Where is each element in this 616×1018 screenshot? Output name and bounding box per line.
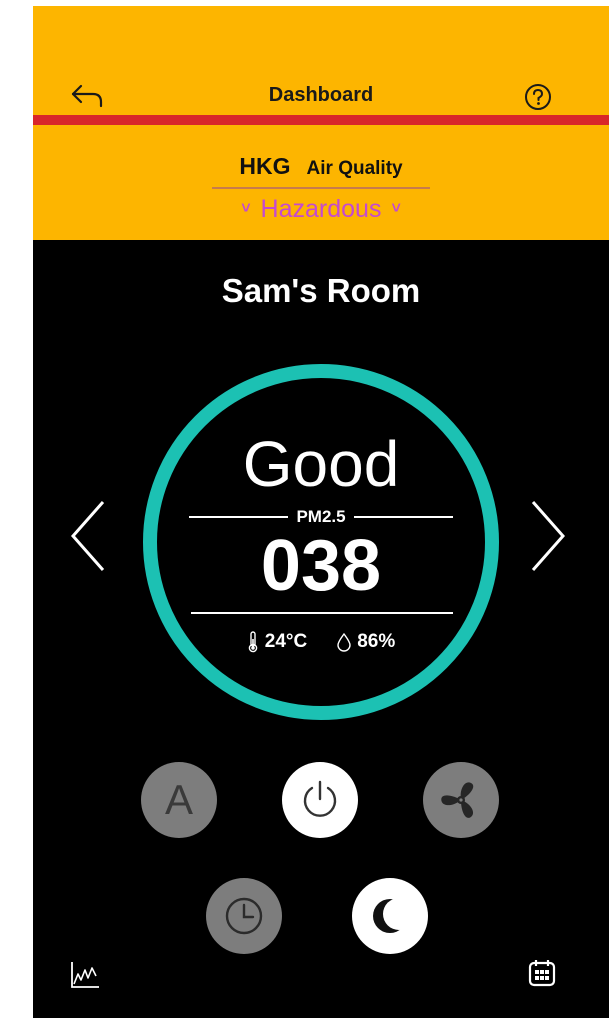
calendar-icon[interactable]: [527, 958, 557, 988]
air-quality-status-row: ˅ Hazardous ˅: [33, 191, 609, 227]
header-bar: Dashboard: [33, 6, 609, 115]
air-quality-divider: [212, 187, 430, 189]
auto-mode-icon: A: [164, 776, 193, 823]
fan-speed-button[interactable]: [423, 762, 499, 838]
water-drop-icon: [337, 632, 351, 652]
chart-icon[interactable]: [69, 960, 101, 990]
moon-icon: [373, 898, 414, 933]
room-name: Sam's Room: [221, 272, 421, 309]
next-city-chevron-icon[interactable]: ˅: [391, 201, 400, 217]
room-quality-status: Good: [242, 428, 400, 500]
pm25-value: 038: [260, 526, 382, 606]
temperature-reading: 24°C: [247, 631, 307, 653]
thermometer-icon: [248, 631, 258, 653]
humidity-value: 86%: [357, 631, 396, 652]
header-divider: [33, 115, 609, 125]
app-screen: Dashboard HKG Air Quality ˅ Hazardous ˅ …: [33, 6, 609, 1018]
fan-icon: [441, 782, 474, 818]
sleep-mode-button[interactable]: [352, 878, 428, 954]
air-quality-status: Hazardous: [260, 194, 382, 223]
air-quality-label: Air Quality: [306, 158, 403, 179]
power-icon: [303, 780, 337, 817]
clock-icon: [225, 897, 263, 935]
pm25-label: PM2.5: [296, 507, 346, 526]
question-circle-icon[interactable]: [523, 82, 553, 112]
timer-button[interactable]: [206, 878, 282, 954]
city-code: HKG: [239, 153, 291, 179]
prev-city-chevron-icon[interactable]: ˅: [241, 201, 250, 217]
humidity-reading: 86%: [337, 631, 395, 653]
environment-readings: 24°C 86%: [33, 628, 609, 656]
divider: [191, 612, 453, 614]
temperature-value: 24°C: [264, 631, 308, 652]
air-quality-panel: HKG Air Quality ˅ Hazardous ˅: [33, 125, 609, 240]
pm25-label-row: PM2.5: [189, 506, 454, 528]
auto-mode-button[interactable]: A: [141, 762, 217, 838]
divider: [353, 516, 454, 518]
air-quality-heading: HKG Air Quality: [33, 153, 609, 185]
power-button[interactable]: [282, 762, 358, 838]
divider: [189, 516, 289, 518]
